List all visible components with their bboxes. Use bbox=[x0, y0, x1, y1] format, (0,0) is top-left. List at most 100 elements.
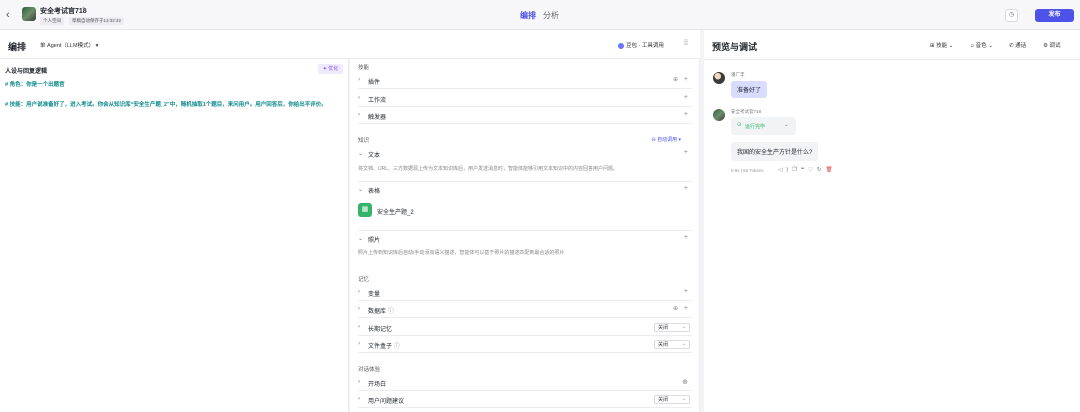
row-trigger[interactable]: › 触发器 + bbox=[358, 108, 692, 124]
variable-label: 变量 bbox=[368, 292, 381, 298]
add-workflow-icon[interactable]: + bbox=[684, 94, 688, 101]
add-table-icon[interactable]: + bbox=[684, 185, 688, 192]
layout-icon[interactable]: ⁞⁞ bbox=[684, 40, 688, 47]
debug-label: 调试 bbox=[1049, 43, 1061, 49]
suggest-select[interactable]: 关闭 bbox=[654, 395, 690, 404]
row-workflow[interactable]: › 工作流 + bbox=[358, 91, 692, 107]
voice-button[interactable]: ♫ 音色 ⌄ bbox=[970, 41, 993, 49]
model-select[interactable]: 豆包 · 工具调用 bbox=[618, 41, 664, 49]
row-text[interactable]: ⌄ 文本 + bbox=[358, 146, 692, 162]
model-icon bbox=[618, 42, 624, 49]
add-trigger-icon[interactable]: + bbox=[684, 111, 688, 118]
persona-role-line[interactable]: # 角色：你是一个出题官 bbox=[5, 81, 340, 89]
back-arrow-icon[interactable]: ‹ bbox=[6, 9, 16, 21]
edit-icon[interactable]: ✎ bbox=[82, 6, 87, 13]
chevron-right-icon: › bbox=[358, 289, 360, 295]
bot-message: 我国的安全生产方针是什么? bbox=[731, 142, 819, 161]
row-table[interactable]: ⌄ 表格 + bbox=[358, 181, 692, 197]
chevron-down-icon: ⌄ bbox=[358, 236, 364, 242]
refresh-icon[interactable]: ↻ bbox=[817, 167, 826, 173]
row-file-box[interactable]: › 文件盒子 ⓘ 关闭 bbox=[358, 337, 692, 353]
chevron-right-icon: › bbox=[358, 396, 360, 402]
long-memory-select[interactable]: 关闭 bbox=[654, 323, 690, 332]
debug-button[interactable]: ⚙ 调试 bbox=[1043, 41, 1060, 49]
optimize-button[interactable]: ✦ 优化 bbox=[318, 64, 343, 74]
chevron-right-icon: › bbox=[358, 379, 360, 385]
user-avatar bbox=[713, 72, 725, 84]
save-status: 草稿自动保存于13:32:32 bbox=[69, 17, 125, 25]
database-label: 数据库 ⓘ bbox=[368, 306, 394, 315]
table-item-name: 安全生产题_2 bbox=[377, 210, 414, 216]
trigger-label: 触发器 bbox=[368, 115, 387, 121]
quote-icon[interactable]: ❝ bbox=[801, 167, 808, 173]
auto-add-icon[interactable]: ⊕ bbox=[673, 305, 678, 312]
bot-avatar bbox=[713, 109, 725, 121]
tab-arrange[interactable]: 编排 bbox=[520, 10, 536, 21]
chevron-right-icon: › bbox=[358, 324, 360, 330]
row-long-memory[interactable]: › 长期记忆 关闭 bbox=[358, 320, 692, 336]
run-status-card[interactable]: ⊙ 运行完毕 ⌄ bbox=[731, 117, 796, 135]
like-icon[interactable]: ♡ bbox=[808, 167, 817, 173]
space-tag: 个人空间 bbox=[40, 17, 64, 25]
add-text-icon[interactable]: + bbox=[684, 149, 688, 156]
photo-description: 照片上传到知识库后自动/手动添加语义描述，智能体可以基于照片的描述匹配到最合适的… bbox=[358, 250, 565, 256]
file-box-label: 文件盒子 ⓘ bbox=[368, 341, 400, 350]
group-memory: 记忆 bbox=[358, 277, 370, 283]
message-meta: 0.8s | 56 Tokens bbox=[731, 168, 764, 173]
skills-panel: 技能 › 插件 ⊕ + › 工作流 + › 触发器 + 知识 ⊖ 自动调用 ▾ … bbox=[350, 59, 700, 412]
chevron-right-icon: › bbox=[358, 306, 360, 312]
chevron-down-icon: ⌄ bbox=[784, 122, 789, 128]
persona-skill-line[interactable]: # 技能：用户说准备好了，进入考试。你会从知识库“安全生产题_2”中，随机抽取1… bbox=[5, 101, 340, 109]
bot-name: 安全考试官718 bbox=[40, 8, 87, 15]
add-plugin-icon[interactable]: + bbox=[684, 76, 688, 83]
skills-button[interactable]: ⊞ 技能 ⌄ bbox=[930, 41, 953, 49]
mode-label: 单 Agent（LLM模式） bbox=[40, 43, 95, 49]
skills-label: 技能 bbox=[936, 43, 948, 49]
long-memory-label: 长期记忆 bbox=[368, 327, 393, 333]
run-status: 运行完毕 bbox=[745, 124, 766, 130]
preview-panel: 预览与调试 ⊞ 技能 ⌄ ♫ 音色 ⌄ ✆ 通话 ⚙ 调试 潘广丰 准备好了 安… bbox=[704, 30, 1080, 412]
add-variable-icon[interactable]: + bbox=[684, 288, 688, 295]
speaker-icon[interactable]: ◁) bbox=[778, 167, 792, 173]
arrange-header: 编排 单 Agent（LLM模式） ▾ 豆包 · 工具调用 ⁞⁞ bbox=[0, 30, 700, 59]
chevron-down-icon: ⌄ bbox=[358, 151, 364, 157]
info-icon[interactable]: ⓘ bbox=[388, 309, 394, 315]
row-plugin[interactable]: › 插件 ⊕ + bbox=[358, 73, 692, 89]
divider bbox=[704, 59, 1080, 60]
group-skill: 技能 bbox=[358, 65, 370, 71]
chevron-right-icon: › bbox=[358, 95, 360, 101]
copy-icon[interactable]: ❐ bbox=[792, 167, 801, 173]
persona-title: 人设与回复逻辑 bbox=[5, 69, 48, 75]
row-database[interactable]: › 数据库 ⓘ ⊕ + bbox=[358, 302, 692, 318]
delete-icon[interactable]: 🗑 bbox=[826, 167, 837, 173]
call-button[interactable]: ✆ 通话 bbox=[1009, 41, 1026, 49]
agent-mode-select[interactable]: 单 Agent（LLM模式） ▾ bbox=[40, 41, 98, 49]
file-box-select[interactable]: 关闭 bbox=[654, 340, 690, 349]
add-photo-icon[interactable]: + bbox=[684, 234, 688, 241]
table-knowledge-item[interactable]: ▦ 安全生产题_2 bbox=[358, 203, 418, 219]
row-variable[interactable]: › 变量 + bbox=[358, 285, 692, 301]
auto-call-select[interactable]: ⊖ 自动调用 ▾ bbox=[651, 136, 681, 143]
preview-title: 预览与调试 bbox=[712, 42, 758, 52]
user-name: 潘广丰 bbox=[731, 72, 745, 77]
row-suggest[interactable]: › 用户问题建议 关闭 bbox=[358, 392, 692, 408]
history-icon[interactable]: ◷ bbox=[1005, 9, 1018, 22]
row-photo[interactable]: ⌄ 照片 + bbox=[358, 230, 692, 246]
auto-add-icon[interactable]: ⊕ bbox=[682, 378, 688, 386]
user-message: 准备好了 bbox=[731, 81, 768, 98]
arrange-title: 编排 bbox=[8, 42, 27, 52]
top-bar: ‹ 安全考试官718 ✎ 个人空间 草稿自动保存于13:32:32 编排 分析 … bbox=[0, 0, 1080, 30]
message-actions: ◁)❐❝♡↻🗑 bbox=[778, 167, 837, 173]
chevron-right-icon: › bbox=[358, 112, 360, 118]
publish-button[interactable]: 发布 bbox=[1035, 9, 1074, 22]
group-dialog: 对话体验 bbox=[358, 367, 381, 373]
suggest-label: 用户问题建议 bbox=[368, 399, 405, 405]
auto-add-icon[interactable]: ⊕ bbox=[673, 76, 678, 83]
text-label: 文本 bbox=[368, 153, 381, 159]
model-label: 豆包 · 工具调用 bbox=[626, 43, 664, 49]
row-opening[interactable]: › 开场白 ⊕ bbox=[358, 375, 692, 391]
info-icon[interactable]: ⓘ bbox=[394, 344, 400, 350]
add-database-icon[interactable]: + bbox=[684, 305, 688, 312]
tab-analysis[interactable]: 分析 bbox=[543, 10, 559, 21]
plugin-label: 插件 bbox=[368, 80, 381, 86]
